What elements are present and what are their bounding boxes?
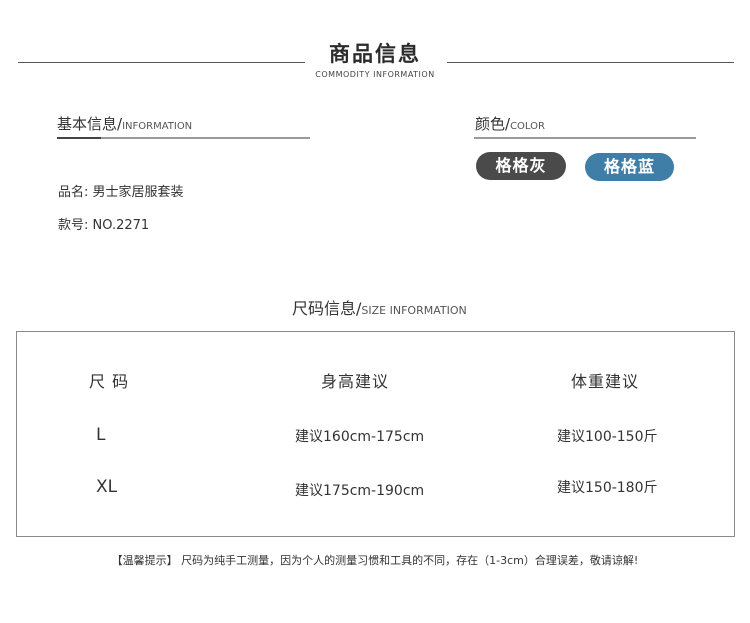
basic-info-heading: 基本信息/INFORMATION — [57, 113, 192, 134]
color-underline — [474, 137, 696, 139]
size-info-heading: 尺码信息/SIZE INFORMATION — [292, 295, 467, 319]
weight-cell-l: 建议100-150斤 — [557, 429, 658, 445]
weight-cell-xl: 建议150-180斤 — [557, 480, 658, 496]
basic-info-heading-cn: 基本信息/ — [57, 115, 123, 133]
color-option-blue[interactable]: 格格蓝 — [585, 153, 674, 181]
size-cell-l: L — [96, 425, 106, 445]
color-heading-en: COLOR — [510, 121, 545, 132]
product-name-row: 品名: 男士家居服套装 — [58, 181, 184, 200]
page-subtitle: COMMODITY INFORMATION — [315, 70, 435, 79]
size-cell-xl: XL — [96, 477, 118, 497]
column-header-size: 尺 码 — [89, 372, 130, 391]
basic-info-underline-accent — [57, 137, 101, 139]
color-option-grey[interactable]: 格格灰 — [476, 152, 566, 180]
size-info-heading-cn: 尺码信息/ — [292, 299, 362, 318]
page-title: 商品信息 — [329, 42, 421, 66]
product-name-label: 品名: — [58, 185, 89, 200]
column-header-weight: 体重建议 — [571, 372, 640, 391]
style-number-label: 款号: — [58, 218, 89, 233]
size-info-heading-en: SIZE INFORMATION — [361, 304, 467, 317]
height-cell-xl: 建议175cm-190cm — [295, 483, 425, 499]
color-heading-cn: 颜色/ — [475, 115, 511, 133]
height-cell-l: 建议160cm-175cm — [295, 429, 425, 445]
measurement-note: 【温馨提示】 尺码为纯手工测量，因为个人的测量习惯和工具的不同，存在（1-3cm… — [111, 554, 639, 567]
column-header-height: 身高建议 — [321, 372, 390, 391]
basic-info-heading-en: INFORMATION — [122, 121, 193, 132]
color-heading: 颜色/COLOR — [475, 113, 545, 134]
product-name-value: 男士家居服套装 — [92, 185, 184, 200]
style-number-row: 款号: NO.2271 — [58, 214, 149, 233]
style-number-value: NO.2271 — [92, 218, 150, 233]
